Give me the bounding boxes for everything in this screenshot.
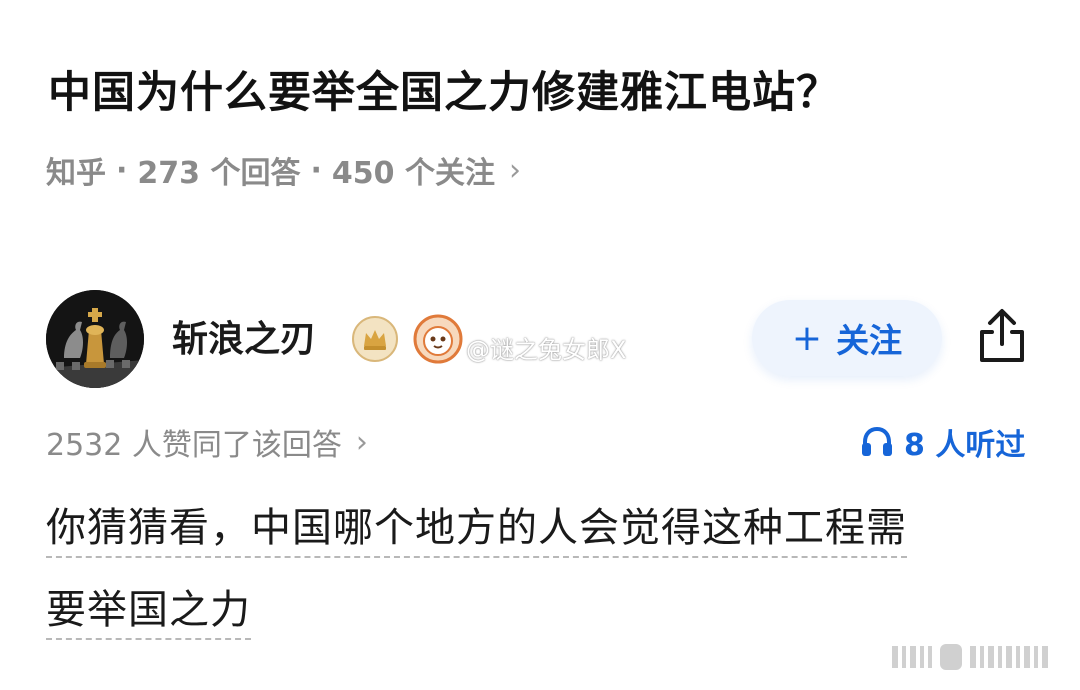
- follower-count: 450 个关注: [331, 156, 495, 191]
- answer-line: 要举国之力: [46, 582, 251, 640]
- listen-count[interactable]: 8 人听过: [860, 420, 1025, 464]
- answer-body[interactable]: 你猜猜看，中国哪个地方的人会觉得这种工程需 要举国之力: [46, 492, 1016, 656]
- weibo-watermark: @谜之兔女郎X: [466, 336, 627, 364]
- listen-label: 8 人听过: [904, 428, 1026, 463]
- follow-button[interactable]: + 关注: [752, 300, 942, 376]
- crown-badge-icon: [352, 316, 398, 362]
- avatar[interactable]: [46, 290, 144, 388]
- source-label: 知乎: [46, 156, 106, 191]
- barcode-watermark-icon: [890, 640, 1062, 674]
- answer-count: 273 个回答: [137, 156, 301, 191]
- chess-king-avatar-icon: [46, 290, 144, 388]
- author-name[interactable]: 斩浪之刃: [172, 310, 316, 362]
- question-title[interactable]: 中国为什么要举全国之力修建雅江电站？: [48, 58, 840, 120]
- chevron-right-icon: ›: [355, 424, 368, 460]
- mascot-badge-icon: [413, 314, 463, 364]
- headphones-icon: [862, 426, 892, 456]
- question-meta[interactable]: 知乎 · 273 个回答 · 450 个关注 ›: [46, 148, 521, 192]
- plus-icon: +: [791, 317, 823, 359]
- answer-line: 你猜猜看，中国哪个地方的人会觉得这种工程需: [46, 500, 907, 558]
- likes-summary[interactable]: 2532 人赞同了该回答 ›: [46, 420, 368, 464]
- share-icon[interactable]: [974, 306, 1030, 366]
- likes-count: 2532 人赞同了该回答: [46, 428, 342, 463]
- meta-separator: ·: [310, 152, 322, 188]
- follow-label: 关注: [836, 321, 903, 360]
- meta-separator: ·: [116, 152, 128, 188]
- chevron-right-icon: ›: [508, 152, 521, 188]
